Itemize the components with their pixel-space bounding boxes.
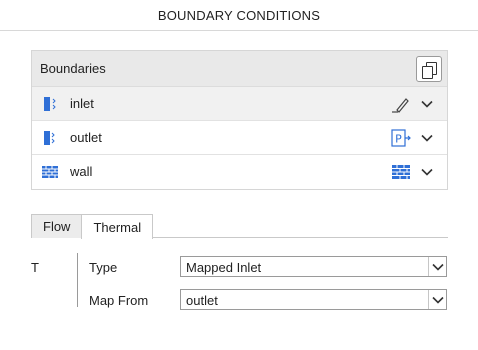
section-divider — [77, 253, 78, 307]
type-select[interactable]: Mapped Inlet — [180, 256, 447, 277]
outlet-boundary-icon — [44, 131, 55, 145]
title-divider — [0, 30, 478, 31]
inlet-boundary-icon — [44, 97, 56, 111]
section-label: T — [31, 260, 39, 275]
wall-boundary-icon — [42, 166, 58, 178]
chevron-down-icon[interactable] — [428, 257, 446, 276]
chevron-down-icon[interactable] — [421, 166, 433, 178]
type-select-value: Mapped Inlet — [186, 260, 262, 275]
boundaries-panel: Boundaries inlet outlet P wall — [31, 50, 448, 190]
map-from-select[interactable]: outlet — [180, 289, 447, 310]
copy-button[interactable] — [416, 56, 442, 82]
chevron-down-icon[interactable] — [428, 290, 446, 309]
tab-thermal[interactable]: Thermal — [81, 214, 154, 239]
boundary-label: outlet — [70, 130, 102, 145]
boundary-label: inlet — [70, 96, 94, 111]
wall-icon[interactable] — [391, 163, 411, 181]
pressure-outlet-icon[interactable]: P — [391, 129, 411, 147]
type-label: Type — [89, 260, 118, 275]
panel-title: BOUNDARY CONDITIONS — [157, 7, 321, 23]
pencil-edit-icon[interactable] — [391, 95, 411, 113]
map-from-label: Map From — [89, 293, 149, 308]
boundary-label: wall — [70, 164, 93, 179]
tab-bar: Flow Thermal — [31, 214, 154, 239]
map-from-select-value: outlet — [186, 293, 218, 308]
boundaries-header-label: Boundaries — [40, 61, 106, 76]
chevron-down-icon[interactable] — [421, 98, 433, 110]
boundary-row-wall[interactable]: wall — [32, 155, 447, 189]
svg-text:P: P — [395, 133, 402, 146]
boundary-row-outlet[interactable]: outlet P — [32, 121, 447, 155]
boundaries-header: Boundaries — [32, 51, 447, 87]
boundary-row-inlet[interactable]: inlet — [32, 87, 447, 121]
chevron-down-icon[interactable] — [421, 132, 433, 144]
tab-flow[interactable]: Flow — [31, 214, 83, 238]
